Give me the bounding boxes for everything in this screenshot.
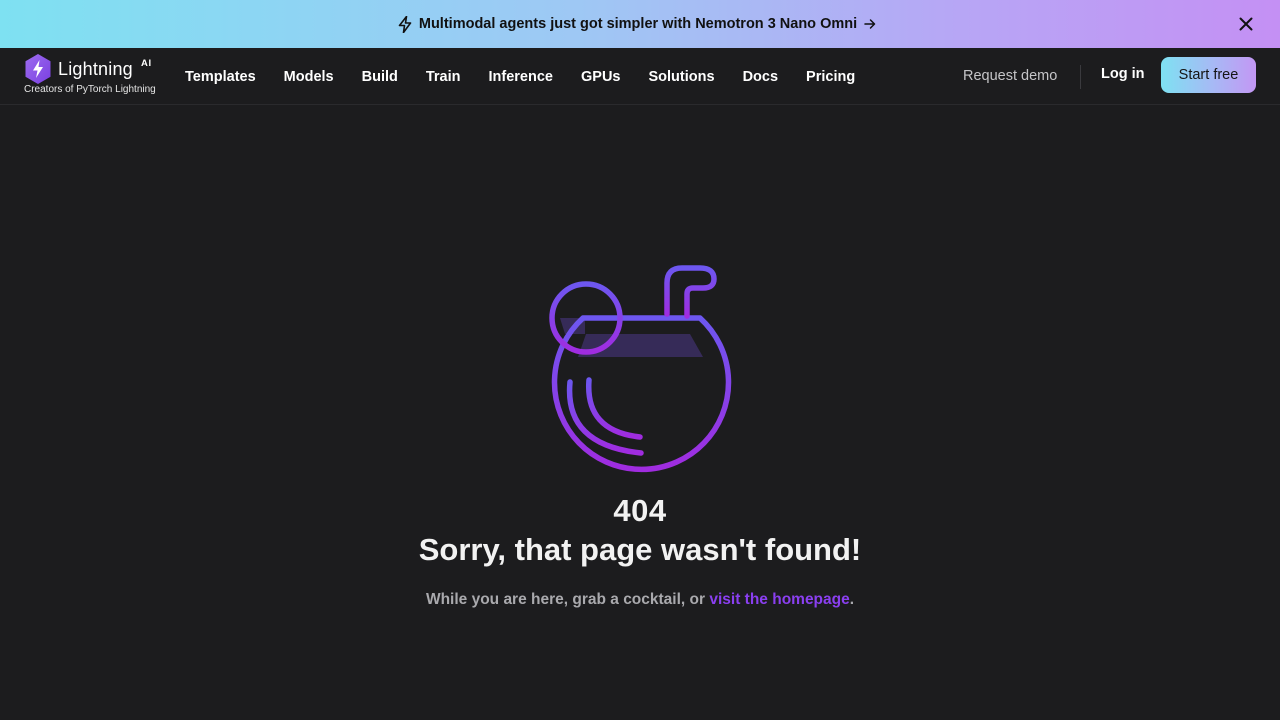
coconut-cocktail-icon <box>549 265 732 473</box>
nav-docs[interactable]: Docs <box>743 69 778 85</box>
nav-models[interactable]: Models <box>284 69 334 85</box>
close-banner-button[interactable] <box>1236 14 1256 34</box>
login-link[interactable]: Log in <box>1101 66 1145 82</box>
lightning-logo-icon <box>25 54 51 84</box>
logo-tagline: Creators of PyTorch Lightning <box>24 84 156 95</box>
lightning-icon <box>398 15 412 33</box>
nav-train[interactable]: Train <box>426 69 461 85</box>
error-code: 404 <box>613 493 667 528</box>
nav-solutions[interactable]: Solutions <box>649 69 715 85</box>
error-subtext: While you are here, grab a cocktail, or … <box>0 591 1280 609</box>
error-headline: Sorry, that page wasn't found! <box>418 532 862 567</box>
close-icon <box>1239 17 1253 31</box>
logo-wordmark: Lightning <box>58 59 133 79</box>
subtext-after: . <box>849 591 855 608</box>
primary-nav: Templates Models Build Train Inference G… <box>185 48 855 105</box>
nav-gpus[interactable]: GPUs <box>581 69 621 85</box>
logo-badge: AI <box>141 58 152 69</box>
nav-build[interactable]: Build <box>362 69 398 85</box>
nav-divider <box>1080 65 1081 89</box>
request-demo-link[interactable]: Request demo <box>963 68 1057 84</box>
announcement-banner: Multimodal agents just got simpler with … <box>0 0 1280 48</box>
start-free-button[interactable]: Start free <box>1161 57 1256 93</box>
homepage-link[interactable]: visit the homepage <box>709 591 849 608</box>
announcement-text: Multimodal agents just got simpler with … <box>418 16 858 32</box>
arrow-right-icon <box>864 19 876 29</box>
announcement-link[interactable]: Multimodal agents just got simpler with … <box>398 15 876 33</box>
nav-templates[interactable]: Templates <box>185 69 256 85</box>
subtext-before: While you are here, grab a cocktail, or <box>425 591 710 608</box>
top-navbar: Lightning AI Creators of PyTorch Lightni… <box>0 48 1280 105</box>
lightning-logo[interactable]: Lightning AI Creators of PyTorch Lightni… <box>24 53 164 99</box>
nav-pricing[interactable]: Pricing <box>806 69 855 85</box>
nav-inference[interactable]: Inference <box>489 69 553 85</box>
